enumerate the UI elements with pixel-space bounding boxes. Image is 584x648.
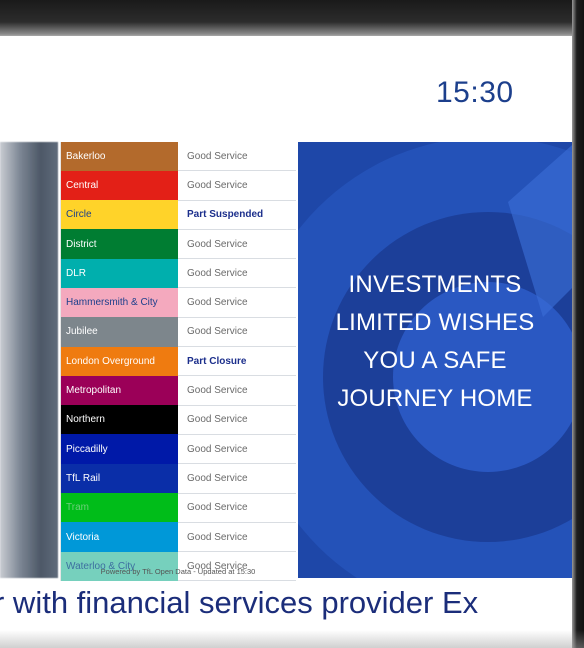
line-name: Central	[60, 170, 178, 201]
news-ticker: r with financial services provider Ex	[0, 585, 479, 620]
table-row: District Good Service	[60, 229, 296, 260]
line-name: Piccadilly	[60, 434, 178, 464]
table-row: Circle Part Suspended	[60, 200, 296, 230]
line-name: Bakerloo	[60, 142, 178, 171]
line-name: DLR	[60, 258, 178, 288]
table-row: Victoria Good Service	[60, 522, 296, 553]
line-name: Metropolitan	[60, 375, 178, 406]
advert-line-3: YOU A SAFE	[363, 347, 507, 374]
tube-status-table: Bakerloo Good Service Central Good Service C…	[60, 142, 296, 582]
line-name: Jubilee	[60, 317, 178, 347]
advert-line-2: LIMITED WISHES	[335, 309, 535, 336]
line-status: Good Service	[178, 463, 296, 494]
table-row: London Overground Part Closure	[60, 346, 296, 377]
line-status: Part Suspended	[178, 200, 296, 230]
advert-message: INVESTMENTS LIMITED WISHES YOU A SAFE JO…	[298, 266, 572, 418]
screen-bottom-shadow	[0, 630, 584, 648]
table-row: Central Good Service	[60, 170, 296, 201]
line-status: Good Service	[178, 229, 296, 260]
line-status: Good Service	[178, 434, 296, 465]
table-row: Hammersmith & City Good Service	[60, 287, 296, 318]
line-status: Good Service	[178, 258, 296, 289]
monitor-right-bezel	[572, 0, 584, 648]
line-status: Good Service	[178, 493, 296, 523]
line-status: Part Closure	[178, 346, 296, 377]
line-name: Victoria	[60, 522, 178, 552]
table-row: TfL Rail Good Service	[60, 463, 296, 494]
line-name: TfL Rail	[60, 463, 178, 494]
line-name: District	[60, 229, 178, 259]
line-status: Good Service	[178, 142, 296, 172]
background-photo-strip	[0, 142, 58, 578]
line-name: Hammersmith & City	[60, 287, 178, 318]
advert-line-4: JOURNEY HOME	[337, 385, 533, 412]
line-status: Good Service	[178, 317, 296, 348]
table-row: Northern Good Service	[60, 405, 296, 435]
line-status: Good Service	[178, 170, 296, 201]
line-name: Tram	[60, 493, 178, 523]
line-status: Good Service	[178, 287, 296, 318]
clock-time: 15:30	[436, 76, 514, 109]
table-row: Tram Good Service	[60, 493, 296, 523]
data-source-footer: Powered by TfL Open Data - Updated at 15…	[100, 567, 256, 576]
line-status: Good Service	[178, 375, 296, 406]
line-name: Northern	[60, 405, 178, 435]
monitor-top-bezel	[0, 0, 584, 40]
line-status: Good Service	[178, 522, 296, 553]
line-name: London Overground	[60, 346, 178, 376]
table-row: Jubilee Good Service	[60, 317, 296, 348]
advert-panel: INVESTMENTS LIMITED WISHES YOU A SAFE JO…	[298, 142, 572, 578]
advert-line-1: INVESTMENTS	[348, 271, 522, 298]
table-row: Metropolitan Good Service	[60, 375, 296, 406]
line-name: Circle	[60, 200, 178, 230]
table-row: DLR Good Service	[60, 258, 296, 289]
table-row: Bakerloo Good Service	[60, 142, 296, 172]
line-status: Good Service	[178, 405, 296, 435]
table-row: Piccadilly Good Service	[60, 434, 296, 465]
